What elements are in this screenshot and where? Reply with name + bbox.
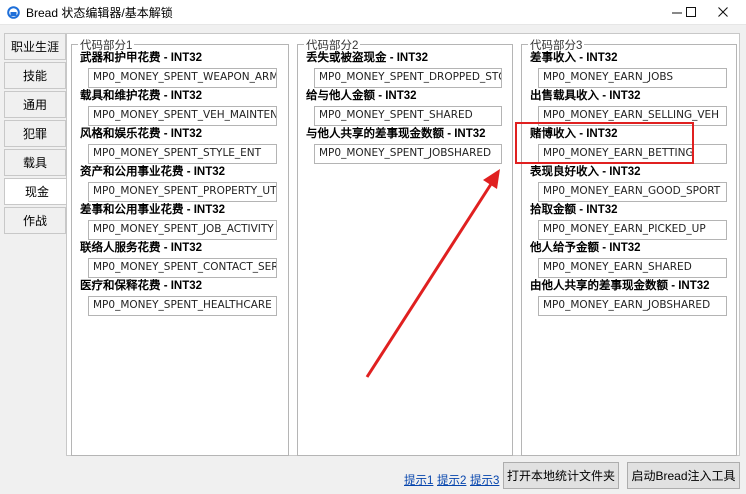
stat-name-field[interactable]: MP0_MONEY_SPENT_PROPERTY_UTIL — [88, 182, 277, 202]
field-label: 丢失或被盗现金 - INT32 — [306, 52, 429, 64]
stat-name-field[interactable]: MP0_MONEY_SPENT_JOB_ACTIVITY — [88, 220, 277, 240]
stat-name-field[interactable]: MP0_MONEY_EARN_GOOD_SPORT — [538, 182, 727, 202]
tab-2[interactable]: 通用 — [4, 91, 66, 118]
hint-link-1[interactable]: 提示1 — [404, 472, 433, 488]
tab-0[interactable]: 职业生涯 — [4, 33, 66, 60]
title-bar: Bread 状态编辑器/基本解锁 — [0, 0, 746, 24]
field-label: 资产和公用事业花费 - INT32 — [80, 166, 226, 178]
close-icon — [717, 6, 728, 17]
code-group-1: 代码部分1 武器和护甲花费 - INT32 MP0_MONEY_SPENT_WEAP… — [71, 37, 289, 456]
client-area: 职业生涯 技能 通用 犯罪 载具 现金 作战 代码部分1 武器和护甲花费 - INT32 MP0… — [0, 24, 746, 494]
tab-content-panel: 代码部分1 武器和护甲花费 - INT32 MP0_MONEY_SPENT_WEAP… — [66, 33, 740, 456]
code-group-3: 代码部分3 差事收入 - INT32 MP0_MONEY_EARN_JOBS 出售载具… — [521, 37, 737, 456]
field-label: 差事收入 - INT32 — [530, 52, 618, 64]
field-label: 联络人服务花费 - INT32 — [80, 242, 203, 254]
field-label: 医疗和保释花费 - INT32 — [80, 280, 203, 292]
stat-name-field[interactable]: MP0_MONEY_SPENT_SHARED — [314, 106, 502, 126]
stat-name-field[interactable]: MP0_MONEY_SPENT_STYLE_ENT — [88, 144, 277, 164]
stat-name-field[interactable]: MP0_MONEY_EARN_PICKED_UP — [538, 220, 727, 240]
field-label: 出售载具收入 - INT32 — [530, 90, 641, 102]
annotation-highlight-box — [515, 122, 694, 164]
tab-3[interactable]: 犯罪 — [4, 120, 66, 147]
field-label: 他人给予金额 - INT32 — [530, 242, 641, 254]
field-label: 由他人共享的差事现金数额 - INT32 — [530, 280, 710, 292]
stat-name-field[interactable]: MP0_MONEY_SPENT_DROPPED_STOLEN — [314, 68, 502, 88]
hint-link-3[interactable]: 提示3 — [470, 472, 499, 488]
field-label: 载具和维护花费 - INT32 — [80, 90, 203, 102]
stat-name-field[interactable]: MP0_MONEY_SPENT_WEAPON_ARMOR — [88, 68, 277, 88]
field-label: 风格和娱乐花费 - INT32 — [80, 128, 203, 140]
field-label: 给与他人金额 - INT32 — [306, 90, 417, 102]
tab-strip: 职业生涯 技能 通用 犯罪 载具 现金 作战 — [4, 33, 70, 236]
stat-name-field[interactable]: MP0_MONEY_SPENT_JOBSHARED — [314, 144, 502, 164]
tab-6[interactable]: 作战 — [4, 207, 66, 234]
close-button[interactable] — [706, 0, 740, 24]
tab-5[interactable]: 现金 — [4, 178, 70, 205]
open-stats-folder-button[interactable]: 打开本地统计文件夹 — [503, 462, 619, 489]
stat-name-field[interactable]: MP0_MONEY_SPENT_HEALTHCARE — [88, 296, 277, 316]
stat-name-field[interactable]: MP0_MONEY_SPENT_CONTACT_SERVICE — [88, 258, 277, 278]
stat-name-field[interactable]: MP0_MONEY_EARN_JOBSHARED — [538, 296, 727, 316]
field-label: 拾取金额 - INT32 — [530, 204, 618, 216]
maximize-button[interactable] — [674, 0, 708, 24]
field-label: 表现良好收入 - INT32 — [530, 166, 641, 178]
hint-link-2[interactable]: 提示2 — [437, 472, 466, 488]
tab-1[interactable]: 技能 — [4, 62, 66, 89]
code-group-2: 代码部分2 丢失或被盗现金 - INT32 MP0_MONEY_SPENT_DROP… — [297, 37, 513, 456]
app-icon — [6, 5, 20, 19]
maximize-icon — [685, 6, 696, 17]
field-label: 与他人共享的差事现金数额 - INT32 — [306, 128, 486, 140]
stat-name-field[interactable]: MP0_MONEY_EARN_SHARED — [538, 258, 727, 278]
launch-injector-button[interactable]: 启动Bread注入工具 — [627, 462, 740, 489]
window-title: Bread 状态编辑器/基本解锁 — [26, 5, 173, 20]
stat-name-field[interactable]: MP0_MONEY_EARN_JOBS — [538, 68, 727, 88]
field-label: 武器和护甲花费 - INT32 — [80, 52, 203, 64]
field-label: 差事和公用事业花费 - INT32 — [80, 204, 226, 216]
tab-4[interactable]: 载具 — [4, 149, 66, 176]
stat-name-field[interactable]: MP0_MONEY_SPENT_VEH_MAINTENANCE — [88, 106, 277, 126]
